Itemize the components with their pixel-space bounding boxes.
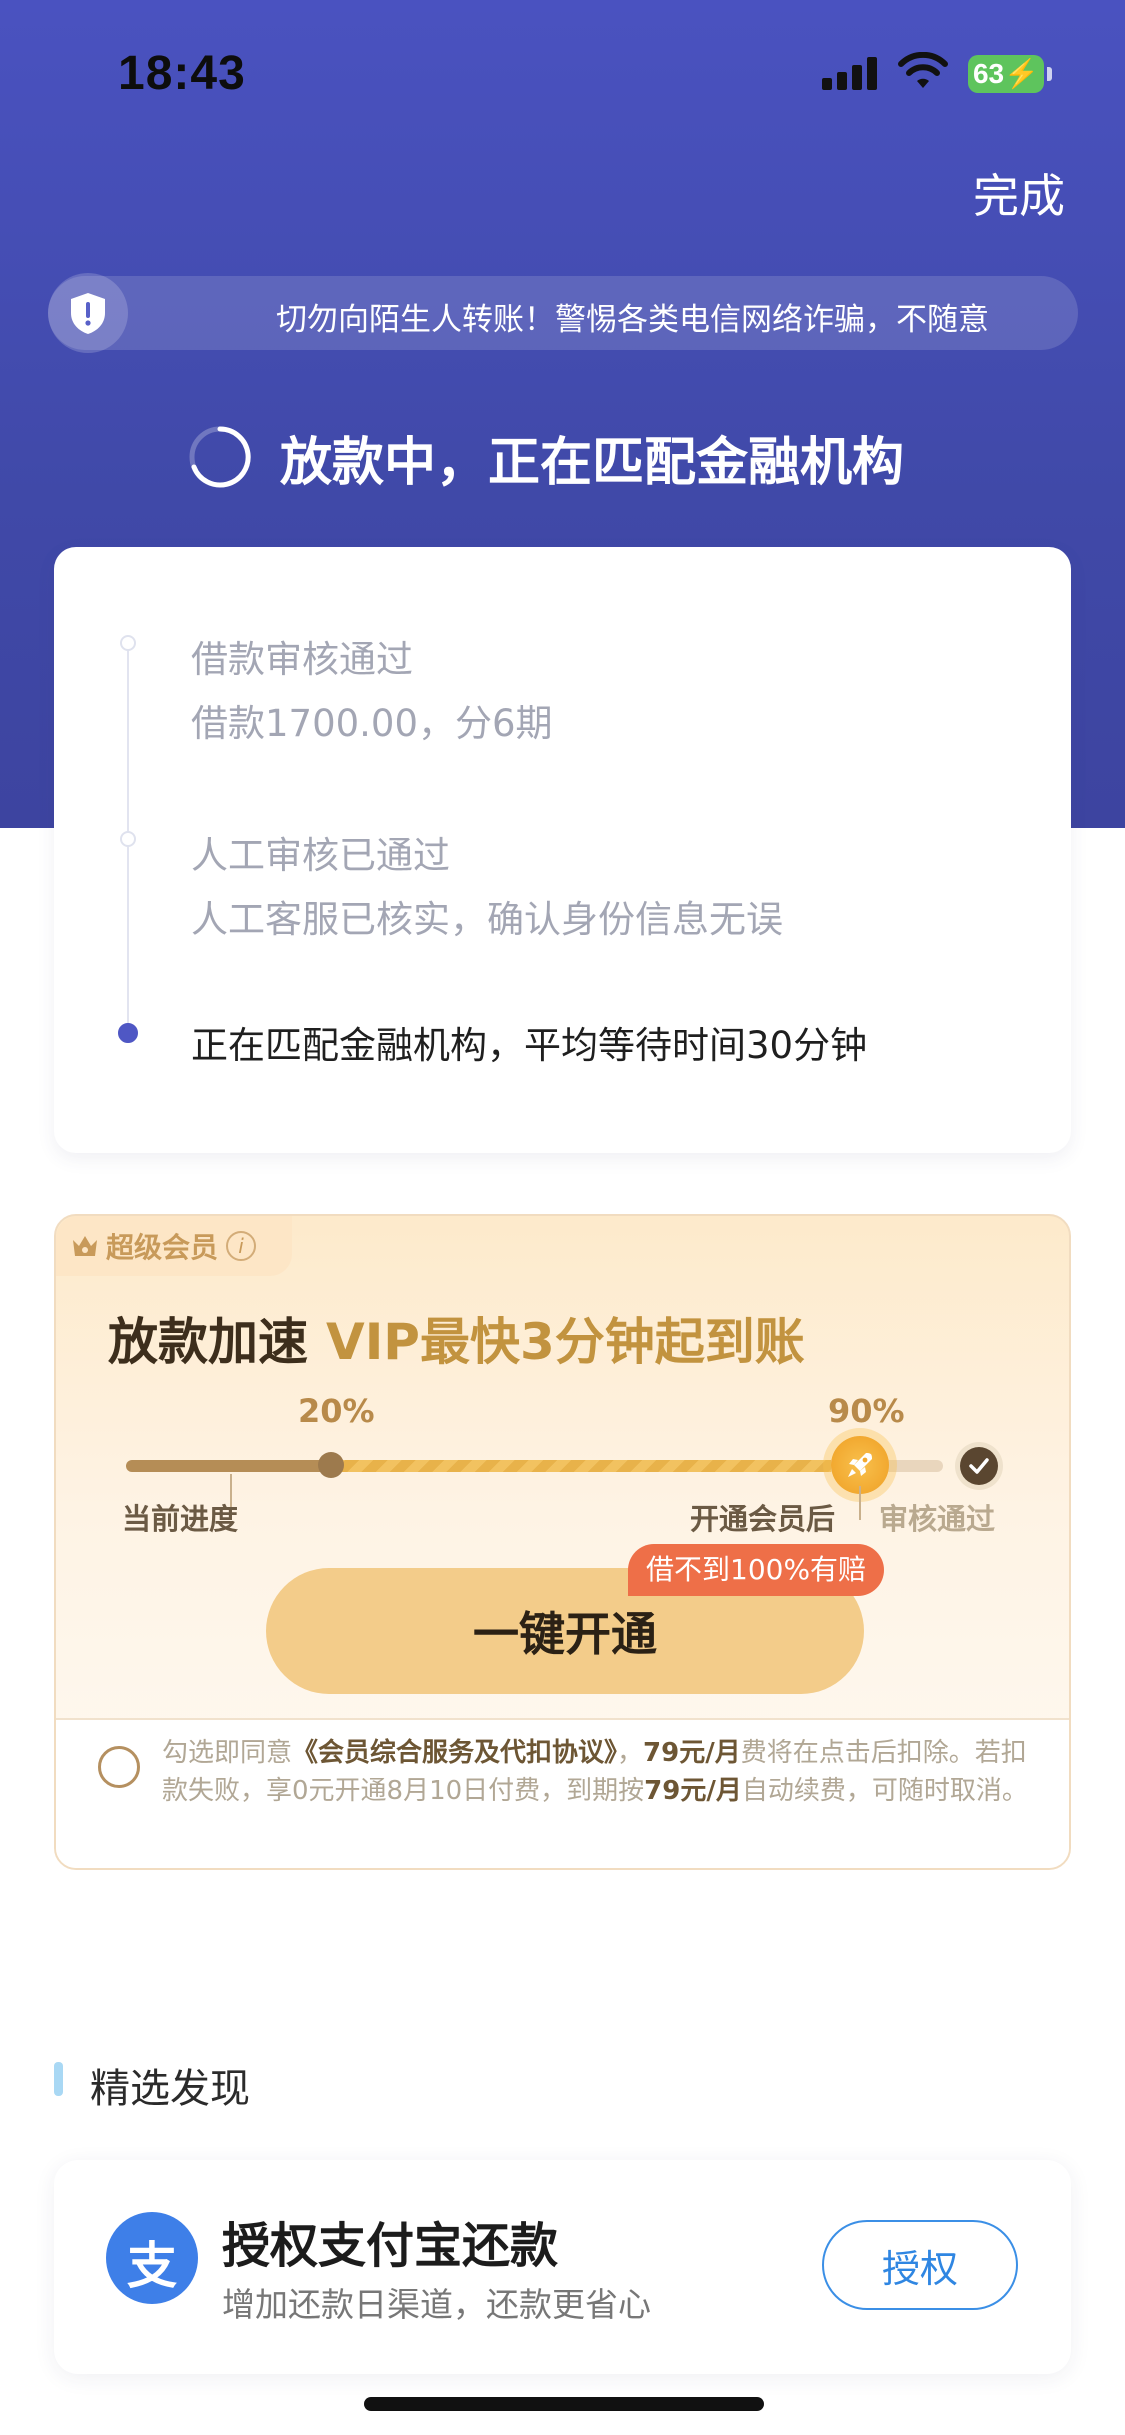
alipay-icon: 支	[106, 2212, 198, 2304]
agreement-text: 勾选即同意《会员综合服务及代扣协议》，79元/月费将在点击后扣除。若扣款失败，享…	[162, 1734, 1042, 1810]
info-icon[interactable]: i	[226, 1231, 257, 1261]
status-time: 18:43	[118, 47, 246, 100]
alipay-glyph: 支	[127, 2237, 177, 2295]
tick-after	[859, 1486, 861, 1520]
vip-title-accent: VIP最快3分钟起到账	[326, 1313, 805, 1371]
agreement-section: 勾选即同意《会员综合服务及代扣协议》，79元/月费将在点击后扣除。若扣款失败，享…	[56, 1718, 1069, 1868]
progress-knob	[318, 1452, 344, 1478]
vip-speedup-card: 超级会员 i 放款加速 VIP最快3分钟起到账 20% 90% 当前进度 开通会员…	[54, 1214, 1071, 1870]
loan-status-heading: 放款中，正在匹配金融机构	[188, 422, 905, 493]
label-approved: 审核通过	[879, 1502, 996, 1536]
fraud-notice-bar[interactable]: 切勿向陌生人转账！警惕各类电信网络诈骗，不随意	[48, 273, 1078, 353]
check-icon	[960, 1447, 998, 1485]
battery-icon: 63⚡	[968, 55, 1044, 93]
timeline-dot	[120, 831, 136, 847]
step-title-current: 正在匹配金融机构，平均等待时间30分钟	[191, 1024, 868, 1067]
battery-level: 63	[972, 58, 1005, 89]
authorize-button[interactable]: 授权	[822, 2220, 1018, 2310]
agreement-part: ，	[617, 1738, 644, 1768]
label-current-progress: 当前进度	[122, 1502, 239, 1536]
progress-track-accelerated	[331, 1460, 831, 1472]
agreement-link[interactable]: 《会员综合服务及代扣协议》	[292, 1738, 617, 1768]
card-subtitle: 增加还款日渠道，还款更省心	[222, 2285, 651, 2324]
cellular-signal-icon	[822, 56, 880, 90]
agreement-part: 自动续费，可随时取消。	[741, 1776, 1028, 1806]
agreement-part: 勾选即同意	[162, 1738, 293, 1768]
charging-bolt-icon: ⚡	[1004, 58, 1040, 89]
current-percent: 20%	[298, 1392, 375, 1430]
progress-track-current	[126, 1460, 331, 1472]
vip-tag[interactable]: 超级会员 i	[56, 1216, 292, 1276]
loan-progress-card: 借款审核通过 借款1700.00，分6期 人工审核已通过 人工客服已核实，确认身…	[54, 547, 1071, 1153]
notice-text: 切勿向陌生人转账！警惕各类电信网络诈骗，不随意	[276, 302, 989, 338]
label-after-membership: 开通会员后	[690, 1502, 836, 1536]
vip-title: 放款加速 VIP最快3分钟起到账	[108, 1302, 805, 1374]
battery-tip	[1047, 67, 1052, 81]
section-accent-bar	[54, 2062, 63, 2096]
agree-checkbox[interactable]	[98, 1746, 140, 1788]
crown-icon	[73, 1236, 97, 1256]
status-heading-text: 放款中，正在匹配金融机构	[280, 432, 905, 493]
timeline-dot	[120, 635, 136, 651]
after-percent: 90%	[828, 1392, 905, 1430]
step-subtitle: 借款1700.00，分6期	[191, 702, 553, 745]
vip-tag-label: 超级会员	[106, 1231, 219, 1264]
step-subtitle: 人工客服已核实，确认身份信息无误	[191, 898, 783, 941]
done-button[interactable]: 完成	[973, 160, 1065, 226]
alipay-auth-card[interactable]: 支 授权支付宝还款 增加还款日渠道，还款更省心 授权	[54, 2160, 1071, 2374]
card-title: 授权支付宝还款	[222, 2218, 559, 2274]
agreement-price: 79元/月	[643, 1738, 741, 1768]
timeline-dot-active	[118, 1023, 138, 1043]
wifi-icon	[898, 51, 948, 92]
loading-spinner-icon	[189, 426, 251, 488]
agreement-price: 79元/月	[644, 1776, 742, 1806]
step-title: 人工审核已通过	[191, 834, 450, 877]
section-title: 精选发现	[90, 2066, 250, 2112]
step-title: 借款审核通过	[191, 638, 413, 681]
compensation-badge: 借不到100%有赔	[628, 1544, 885, 1596]
home-indicator[interactable]	[364, 2397, 764, 2411]
shield-icon	[48, 273, 128, 353]
vip-title-main: 放款加速	[108, 1313, 308, 1371]
